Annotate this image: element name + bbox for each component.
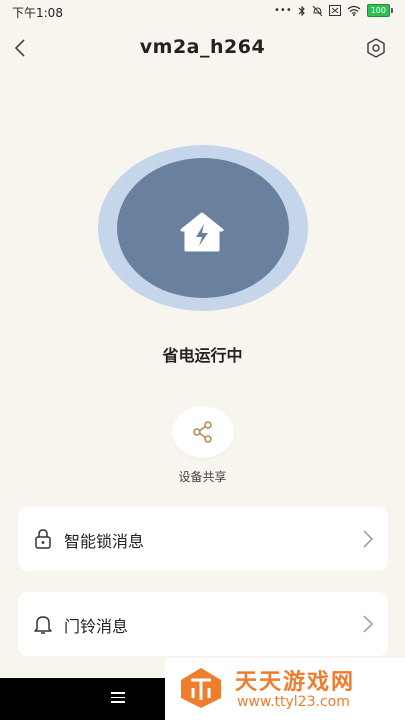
status-icons: ••• 100 <box>274 4 393 17</box>
smart-lock-messages-item[interactable]: 智能锁消息 <box>18 507 388 571</box>
device-share-label: 设备共享 <box>178 470 227 484</box>
settings-button[interactable] <box>365 37 387 59</box>
battery-icon: 100 <box>366 4 393 17</box>
mute-bell-icon <box>312 5 323 16</box>
watermark-url: www.ttyl23.com <box>237 694 350 710</box>
menu-item-label: 门铃消息 <box>64 617 129 636</box>
menu-icon[interactable] <box>111 692 125 704</box>
watermark: 天天游戏网 www.ttyl23.com <box>165 658 405 720</box>
menu-item-label: 智能锁消息 <box>64 532 145 551</box>
page-title: vm2a_h264 <box>139 36 266 58</box>
watermark-logo-icon <box>181 668 221 708</box>
chevron-right-icon <box>363 615 374 633</box>
doorbell-messages-item[interactable]: 门铃消息 <box>18 592 388 656</box>
sim-off-icon <box>328 5 341 16</box>
share-icon <box>193 421 212 443</box>
device-share-button[interactable] <box>172 406 234 458</box>
chevron-right-icon <box>363 530 374 548</box>
dots-icon: ••• <box>274 5 292 16</box>
device-status-text: 省电运行中 <box>162 346 243 365</box>
wifi-icon <box>347 5 361 16</box>
status-time: 下午1:08 <box>12 6 63 20</box>
header: vm2a_h264 <box>0 26 405 70</box>
watermark-title: 天天游戏网 <box>235 670 356 695</box>
power-saving-house-icon <box>180 212 224 252</box>
bell-icon <box>34 616 52 634</box>
battery-level: 100 <box>366 4 390 17</box>
bluetooth-icon <box>298 5 305 16</box>
system-nav-bar <box>0 678 165 720</box>
lock-icon <box>35 529 51 549</box>
status-bar: 下午1:08 ••• 100 <box>0 0 405 24</box>
